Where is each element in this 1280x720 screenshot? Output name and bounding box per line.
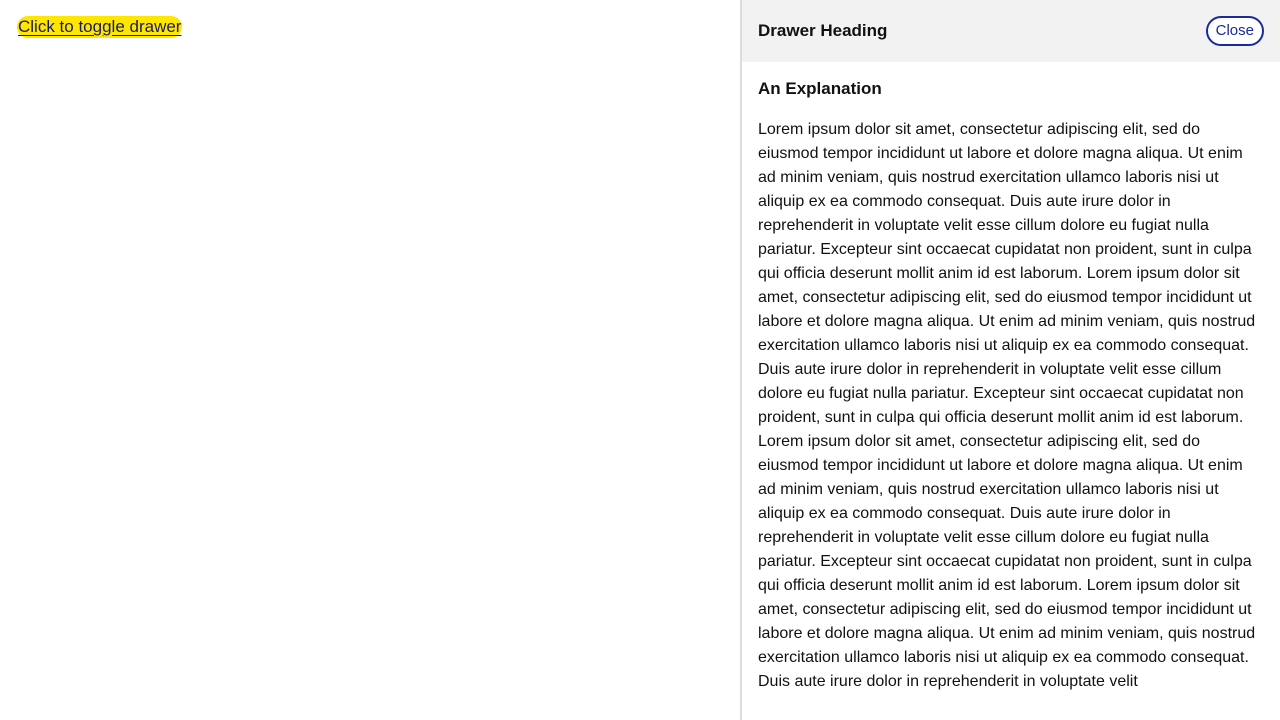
- close-button[interactable]: Close: [1205, 16, 1264, 46]
- drawer-heading: Drawer Heading: [758, 21, 888, 40]
- section-heading: An Explanation: [758, 79, 882, 98]
- drawer-body: An Explanation Lorem ipsum dolor sit ame…: [742, 62, 1280, 694]
- toggle-drawer-link[interactable]: Click to toggle drawer: [17, 16, 183, 38]
- explanation-text: Lorem ipsum dolor sit amet, consectetur …: [758, 121, 1256, 690]
- drawer-header: Drawer Heading Close: [742, 0, 1280, 62]
- page: Click to toggle drawer Drawer Heading Cl…: [0, 0, 1280, 720]
- drawer-panel: Drawer Heading Close An Explanation Lore…: [740, 0, 1280, 720]
